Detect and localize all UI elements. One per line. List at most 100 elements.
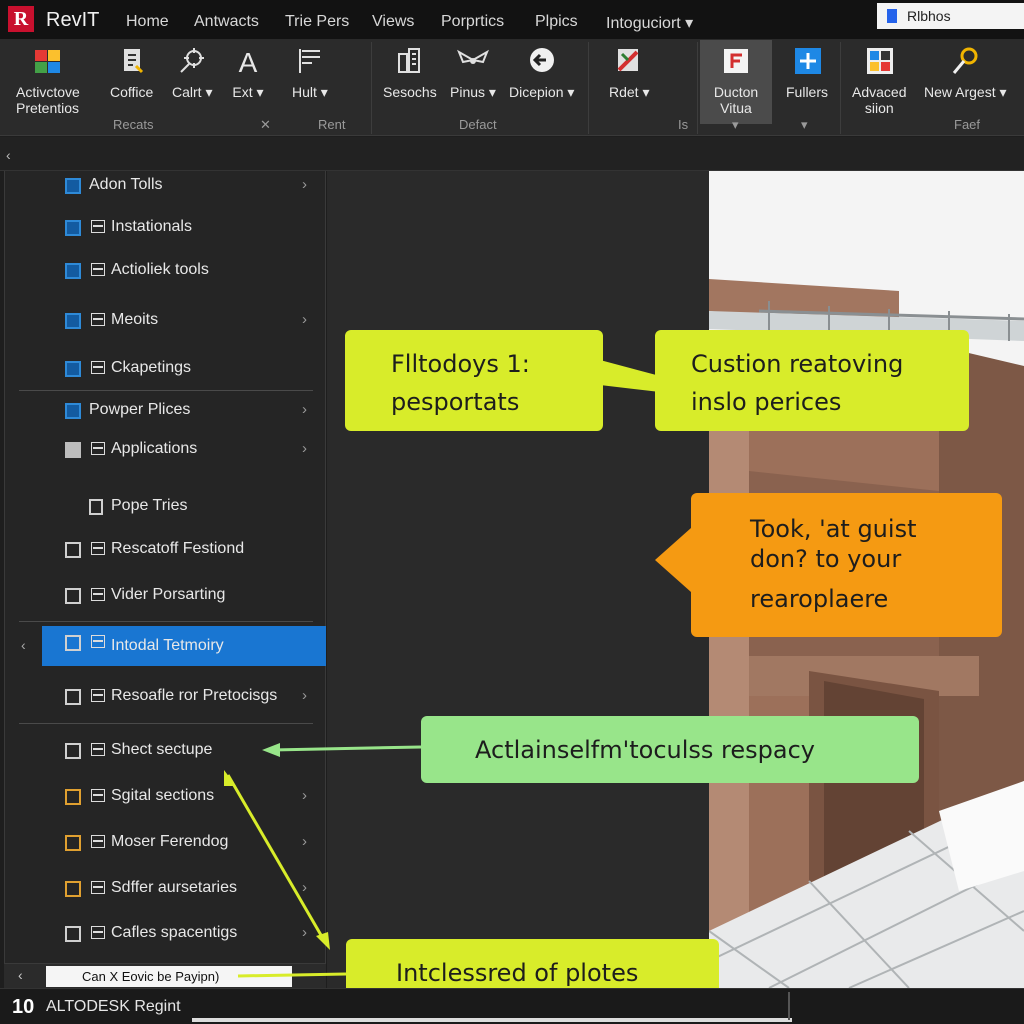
flag-icon (298, 49, 320, 73)
sidebar-item-label: Adon Tolls (89, 176, 163, 193)
chevron-left-icon[interactable]: ‹ (21, 637, 26, 653)
ribbon-button-advaced[interactable]: Advaced siion (852, 46, 906, 116)
sidebar-item-label: Pope Tries (111, 497, 188, 514)
folder-blue-icon (65, 403, 81, 419)
ribbon-button-hult[interactable]: Hult ▾ (292, 46, 328, 100)
callout-line: Actlainselfm'toculss respacy (475, 736, 815, 764)
search-value: Rlbhos (907, 8, 951, 24)
sidebar-item-resoafle[interactable]: Resoafle ror Pretocisgs › (5, 684, 325, 722)
menu-porprtics[interactable]: Porprtics (441, 13, 504, 31)
collapse-box-icon[interactable] (91, 926, 105, 939)
panel-strip: ‹ (0, 137, 1024, 171)
sidebar-item-instationals[interactable]: Instationals (5, 215, 325, 253)
menu-trie-pers[interactable]: Trie Pers (285, 13, 349, 31)
collapse-box-icon[interactable] (91, 789, 105, 802)
sidebar-item-powper-plices[interactable]: Powper Plices › (5, 398, 325, 436)
ribbon-button-calrt[interactable]: Calrt ▾ (172, 46, 212, 100)
command-input[interactable]: Can X Eovic be Payipn) (46, 966, 292, 987)
title-bar: R RevIT Home Antwacts Trie Pers Views Po… (0, 0, 1024, 40)
multicolor-box-icon (34, 50, 60, 73)
key-search-icon (953, 47, 978, 74)
sidebar-item-ckapetings[interactable]: Ckapetings (5, 356, 325, 394)
collapse-box-icon[interactable] (91, 881, 105, 894)
ribbon-button-activctove[interactable]: Activctove Pretentios (16, 46, 80, 116)
collapse-box-icon[interactable] (91, 542, 105, 555)
ribbon-button-ducton-vitua[interactable]: Ducton Vitua (700, 40, 772, 124)
ribbon-button-pinus[interactable]: Pinus ▾ (450, 46, 496, 100)
collapse-box-icon[interactable] (91, 442, 105, 455)
ribbon-separator (588, 42, 589, 134)
sidebar-item-adon-tolls[interactable]: Adon Tolls › (5, 173, 325, 211)
sidebar-item-cafles-spacentigs[interactable]: Cafles spacentigs › (5, 921, 325, 959)
project-browser: Adon Tolls › Instationals Actioliek tool… (4, 171, 326, 963)
menu-antwacts[interactable]: Antwacts (194, 13, 259, 31)
ribbon-label: Pinus ▾ (450, 84, 496, 100)
ribbon-button-new-argest[interactable]: New Argest ▾ (924, 46, 1007, 100)
ribbon-label: New Argest ▾ (924, 84, 1007, 100)
ribbon-button-rdet[interactable]: Rdet ▾ (609, 46, 650, 100)
chevron-right-icon[interactable]: › (302, 787, 307, 804)
sidebar-item-sgital-sections[interactable]: Sgital sections › (5, 784, 325, 822)
sidebar-item-actioliek-tools[interactable]: Actioliek tools (5, 258, 325, 296)
chevron-right-icon[interactable]: › (302, 879, 307, 896)
app-title: RevIT (46, 9, 100, 31)
collapse-box-icon[interactable] (91, 588, 105, 601)
sidebar-item-sdffer-aursetaries[interactable]: Sdffer aursetaries › (5, 876, 325, 914)
collapse-box-icon[interactable] (91, 743, 105, 756)
sidebar-item-rescatoff-festiond[interactable]: Rescatoff Festiond (5, 537, 325, 575)
callout-flltodoys: Flltodoys 1: pesportats (345, 330, 603, 431)
collapse-box-icon[interactable] (91, 313, 105, 326)
collapse-box-icon[interactable] (91, 835, 105, 848)
group-expand-icon[interactable]: ▾ (732, 117, 739, 133)
collapse-box-icon[interactable] (91, 263, 105, 276)
group-expand-icon[interactable]: ▾ (801, 117, 808, 133)
group-close-icon[interactable]: ✕ (260, 117, 271, 133)
ribbon-button-coffice[interactable]: Coffice (110, 46, 153, 100)
search-box[interactable]: Rlbhos (877, 3, 1024, 29)
sidebar-item-shect-sectupe[interactable]: Shect sectupe (5, 738, 325, 776)
building-small-icon (89, 499, 103, 515)
wings-icon (456, 49, 489, 64)
ribbon-button-sesochs[interactable]: Sesochs (383, 46, 437, 100)
chevron-right-icon[interactable]: › (302, 924, 307, 941)
chevron-right-icon[interactable]: › (302, 687, 307, 704)
collapse-box-icon[interactable] (91, 635, 105, 648)
chevron-left-icon[interactable]: ‹ (18, 967, 23, 983)
callout-line: Custion reatoving (691, 350, 904, 378)
callout-line: pesportats (391, 388, 520, 416)
doc-grid-icon (65, 588, 81, 604)
ribbon-label: Hult ▾ (292, 84, 328, 100)
sidebar-item-vider-porsarting[interactable]: Vider Porsarting (5, 583, 325, 621)
collapse-box-icon[interactable] (91, 220, 105, 233)
chevron-right-icon[interactable]: › (302, 440, 307, 457)
menu-home[interactable]: Home (126, 13, 169, 31)
folder-orange-icon (65, 881, 81, 897)
chevron-right-icon[interactable]: › (302, 176, 307, 193)
sidebar-item-applications[interactable]: Applications › (5, 437, 325, 475)
ribbon-label: Rdet ▾ (609, 84, 650, 100)
sidebar-item-meoits[interactable]: Meoits › (5, 308, 325, 346)
sidebar-item-pope-tries[interactable]: Pope Tries (5, 494, 325, 532)
menu-intoguciort[interactable]: Intoguciort ▾ (606, 13, 693, 33)
sidebar-item-intodal-tetmoiry[interactable]: Intodal Tetmoiry (42, 626, 326, 666)
ribbon-button-dicepion[interactable]: Dicepion ▾ (509, 46, 574, 100)
collapse-box-icon[interactable] (91, 361, 105, 374)
ribbon-button-fullers[interactable]: Fullers (786, 46, 828, 100)
ribbon-button-ext[interactable]: A Ext ▾ (232, 46, 264, 100)
chevron-right-icon[interactable]: › (302, 311, 307, 328)
document-icon (123, 49, 143, 74)
chevron-right-icon[interactable]: › (302, 401, 307, 418)
status-number: 10 (12, 996, 35, 1018)
group-label-rent: Rent (318, 117, 346, 132)
menu-plpics[interactable]: Plpics (535, 13, 578, 31)
revit-logo[interactable]: R (8, 6, 34, 32)
group-label-recats: Recats (113, 117, 154, 132)
chevron-right-icon[interactable]: › (302, 833, 307, 850)
collapse-box-icon[interactable] (91, 689, 105, 702)
callout-took: Took, 'at guist don? to your rearoplaere (691, 493, 1002, 637)
doc-grid-icon (65, 689, 81, 705)
sidebar-item-label: Cafles spacentigs (111, 924, 238, 941)
chevron-left-icon[interactable]: ‹ (6, 147, 11, 163)
sidebar-item-moser-ferendog[interactable]: Moser Ferendog › (5, 830, 325, 868)
menu-views[interactable]: Views (372, 13, 414, 31)
